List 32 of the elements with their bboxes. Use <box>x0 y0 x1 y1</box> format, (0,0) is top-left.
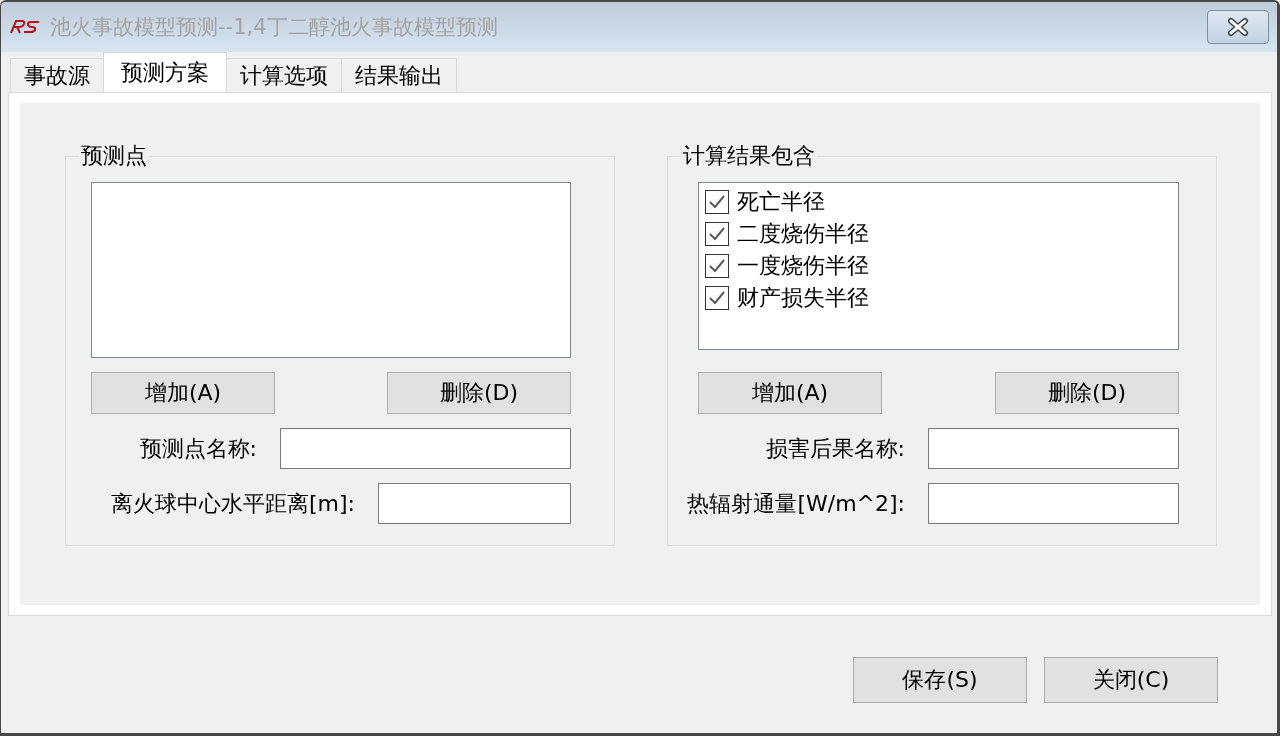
field-label: 离火球中心水平距离[m]: <box>111 489 355 518</box>
window-title: 池火事故模型预测--1,4丁二醇池火事故模型预测 <box>50 14 498 41</box>
text-field[interactable] <box>280 428 571 469</box>
option-label: 一度烧伤半径 <box>737 252 869 280</box>
checkbox[interactable] <box>705 286 729 310</box>
checkbox[interactable] <box>705 254 729 278</box>
add-button[interactable]: 增加(A) <box>698 372 882 414</box>
delete-button[interactable]: 删除(D) <box>387 372 571 414</box>
option-label: 二度烧伤半径 <box>737 220 869 248</box>
text-field[interactable] <box>378 483 571 524</box>
check-list[interactable]: 死亡半径 二度烧伤半径 一度烧伤半径 财产损失半径 <box>698 182 1179 350</box>
field-label: 损害后果名称: <box>765 434 905 463</box>
group-title: 预测点 <box>80 143 148 169</box>
tab[interactable]: 事故源 <box>10 58 104 92</box>
option-label: 死亡半径 <box>737 188 825 216</box>
close-icon <box>1225 17 1251 37</box>
delete-button[interactable]: 删除(D) <box>995 372 1179 414</box>
text-field[interactable] <box>928 428 1179 469</box>
checkbox[interactable] <box>705 190 729 214</box>
logo-icon <box>10 20 40 34</box>
text-field[interactable] <box>928 483 1179 524</box>
close-button[interactable] <box>1207 10 1269 44</box>
checkbox[interactable] <box>705 222 729 246</box>
add-button[interactable]: 增加(A) <box>91 372 275 414</box>
field-label: 热辐射通量[W/m^2]: <box>687 489 905 518</box>
group-title: 计算结果包含 <box>682 143 816 169</box>
save-button[interactable]: 保存(S) <box>853 657 1027 703</box>
option-label: 财产损失半径 <box>737 284 869 312</box>
tab[interactable]: 结果输出 <box>341 58 457 92</box>
field-label: 预测点名称: <box>139 434 257 463</box>
tab[interactable]: 预测方案 <box>103 52 227 92</box>
close-dialog-button[interactable]: 关闭(C) <box>1044 657 1218 703</box>
